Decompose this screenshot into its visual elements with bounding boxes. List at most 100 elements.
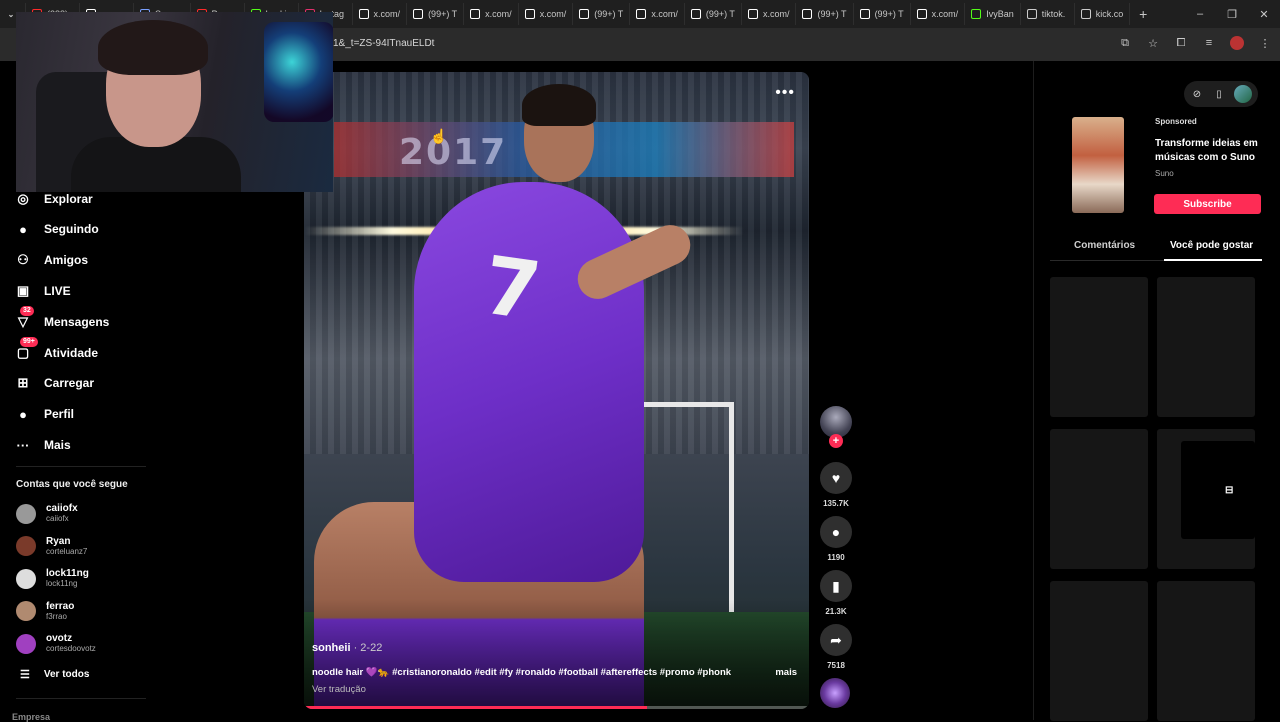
browser-menu-icon[interactable]: ⋮ [1258, 36, 1272, 50]
sidebar-divider [16, 698, 146, 699]
suggested-video-card[interactable] [1157, 277, 1255, 417]
sponsored-label: Sponsored [1155, 117, 1197, 126]
video-caption: noodle hair 💜🐆 #cristianoronaldo #edit #… [312, 667, 732, 678]
browser-tab[interactable]: (99+) T [573, 3, 631, 25]
subtitles-icon[interactable]: ⊟ [1225, 485, 1233, 496]
user-avatar[interactable] [1234, 85, 1252, 103]
extensions-icon[interactable]: ⧠ [1174, 36, 1188, 50]
x-icon [358, 9, 369, 19]
close-window-button[interactable]: ✕ [1248, 8, 1280, 21]
friends-icon: ⚇ [17, 252, 29, 267]
footer-company-link[interactable]: Empresa [12, 712, 50, 722]
sidebar-item-seguindo[interactable]: ● Seguindo [14, 220, 99, 238]
following-accounts-title: Contas que você segue [16, 479, 128, 490]
browser-tab-label: tiktok. [1041, 9, 1066, 19]
music-disc-icon[interactable] [820, 678, 850, 708]
compass-icon[interactable]: ⊘ [1190, 87, 1204, 101]
media-controls-icon[interactable]: ≡ [1202, 36, 1216, 50]
caption-overlay-box [1181, 441, 1255, 539]
suggested-video-card[interactable] [1050, 277, 1148, 417]
followed-account[interactable]: ferrao f3rrao [16, 601, 74, 622]
tab-comments[interactable]: Comentários [1074, 240, 1135, 251]
followed-account[interactable]: ovotz cortesdoovotz [16, 633, 96, 654]
video-bottom-shade [304, 599, 809, 709]
ad-thumbnail[interactable] [1072, 117, 1124, 213]
browser-profile-avatar[interactable] [1230, 36, 1244, 50]
minimize-button[interactable]: – [1184, 8, 1216, 21]
followed-account[interactable]: Ryan corteluanz7 [16, 536, 87, 557]
save-button[interactable]: ▮ [820, 570, 852, 602]
bookmark-star-icon[interactable]: ☆ [1146, 36, 1160, 50]
browser-tab[interactable]: x.com/ [519, 3, 574, 25]
browser-tab[interactable]: kick.co [1075, 3, 1131, 25]
suggested-video-card[interactable] [1050, 429, 1148, 569]
sidebar-item-label: Mais [44, 438, 71, 452]
comment-bubble-icon: ● [831, 524, 841, 540]
ad-title: Transforme ideias em músicas com o Suno [1155, 138, 1258, 163]
video-author[interactable]: sonheii · 2-22 [312, 642, 382, 654]
sidebar-item-perfil[interactable]: ● Perfil [14, 405, 74, 423]
see-translation-button[interactable]: Ver tradução [312, 684, 366, 695]
suggested-video-card[interactable] [1157, 581, 1255, 721]
browser-tab[interactable]: IvyBan [965, 3, 1021, 25]
video-options-icon[interactable]: ••• [775, 84, 795, 102]
browser-tab[interactable]: (99+) T [854, 3, 911, 25]
follow-plus-icon[interactable]: + [829, 434, 843, 448]
new-tab-button[interactable]: + [1130, 6, 1156, 22]
browser-tab[interactable]: (99+) T [796, 3, 854, 25]
followed-account[interactable]: lock11ng lock11ng [16, 568, 89, 589]
see-all-button[interactable]: ☰ Ver todos [20, 668, 89, 681]
caption-more-button[interactable]: mais [775, 667, 797, 678]
sidebar-item-atividade[interactable]: ▢ 99+ Atividade [14, 337, 98, 362]
following-avatar-icon: ● [19, 221, 27, 237]
video-player[interactable]: 2017 7 ••• sonheii · 2-22 noodle hair 💜🐆… [304, 72, 809, 709]
account-name: ferrao [46, 600, 75, 612]
followed-account[interactable]: caiiofx caiiofx [16, 503, 78, 524]
share-arrow-icon: ➦ [830, 631, 842, 648]
video-player-jersey [414, 182, 644, 582]
comment-button[interactable]: ● [820, 516, 852, 548]
webcam-neon-light [264, 22, 333, 122]
x-icon [916, 9, 927, 19]
sidebar-item-live[interactable]: ▣ LIVE [14, 282, 71, 300]
phone-icon[interactable]: ▯ [1212, 87, 1226, 101]
list-icon: ☰ [20, 669, 30, 681]
browser-tab[interactable]: x.com/ [353, 3, 408, 25]
ad-brand: Suno [1155, 169, 1174, 178]
tab-you-may-like[interactable]: Você pode gostar [1170, 240, 1253, 251]
sidebar-item-mais[interactable]: ··· Mais [14, 436, 71, 454]
browser-tab[interactable]: (99+) T [685, 3, 742, 25]
browser-tab[interactable]: x.com/ [464, 3, 519, 25]
sidebar-item-mensagens[interactable]: ▽ 32 Mensagens [14, 306, 109, 331]
video-banner-year: 2017 [399, 132, 508, 173]
suggested-video-card[interactable] [1050, 581, 1148, 721]
x-icon [524, 9, 535, 19]
sidebar-item-label: Carregar [44, 376, 95, 390]
url-field[interactable]: 1&_t=ZS-94ITnauELDt [333, 38, 434, 49]
browser-tab[interactable]: x.com/ [742, 3, 797, 25]
x-icon [470, 9, 481, 19]
share-button[interactable]: ➦ [820, 624, 852, 656]
browser-tab[interactable]: x.com/ [911, 3, 966, 25]
browser-tab[interactable]: x.com/ [630, 3, 685, 25]
like-button[interactable]: ♥ [820, 462, 852, 494]
avatar [16, 536, 36, 556]
subscribe-button[interactable]: Subscribe [1154, 194, 1261, 214]
maximize-button[interactable]: ❐ [1216, 8, 1248, 21]
chevron-down-icon: ⌄ [7, 9, 15, 19]
kick-icon [971, 9, 982, 19]
browser-tab-label: (99+) T [817, 9, 847, 19]
browser-tab[interactable]: tiktok. [1021, 3, 1075, 25]
heart-icon: ♥ [831, 470, 841, 486]
sidebar-item-carregar[interactable]: ⊞ Carregar [14, 374, 94, 392]
video-progress-bar[interactable] [304, 706, 809, 709]
account-name: caiiofx [46, 503, 78, 514]
install-app-icon[interactable]: ⧉ [1118, 36, 1132, 50]
bookmark-icon: ▮ [832, 577, 840, 594]
sidebar-item-label: Amigos [44, 253, 89, 267]
sidebar-item-amigos[interactable]: ⚇ Amigos [14, 251, 88, 269]
sidebar-item-explorar[interactable]: ◎ Explorar [14, 190, 92, 208]
browser-tab[interactable]: (99+) T [407, 3, 465, 25]
x-icon [747, 9, 758, 19]
browser-tab-label: (99+) T [594, 9, 624, 19]
